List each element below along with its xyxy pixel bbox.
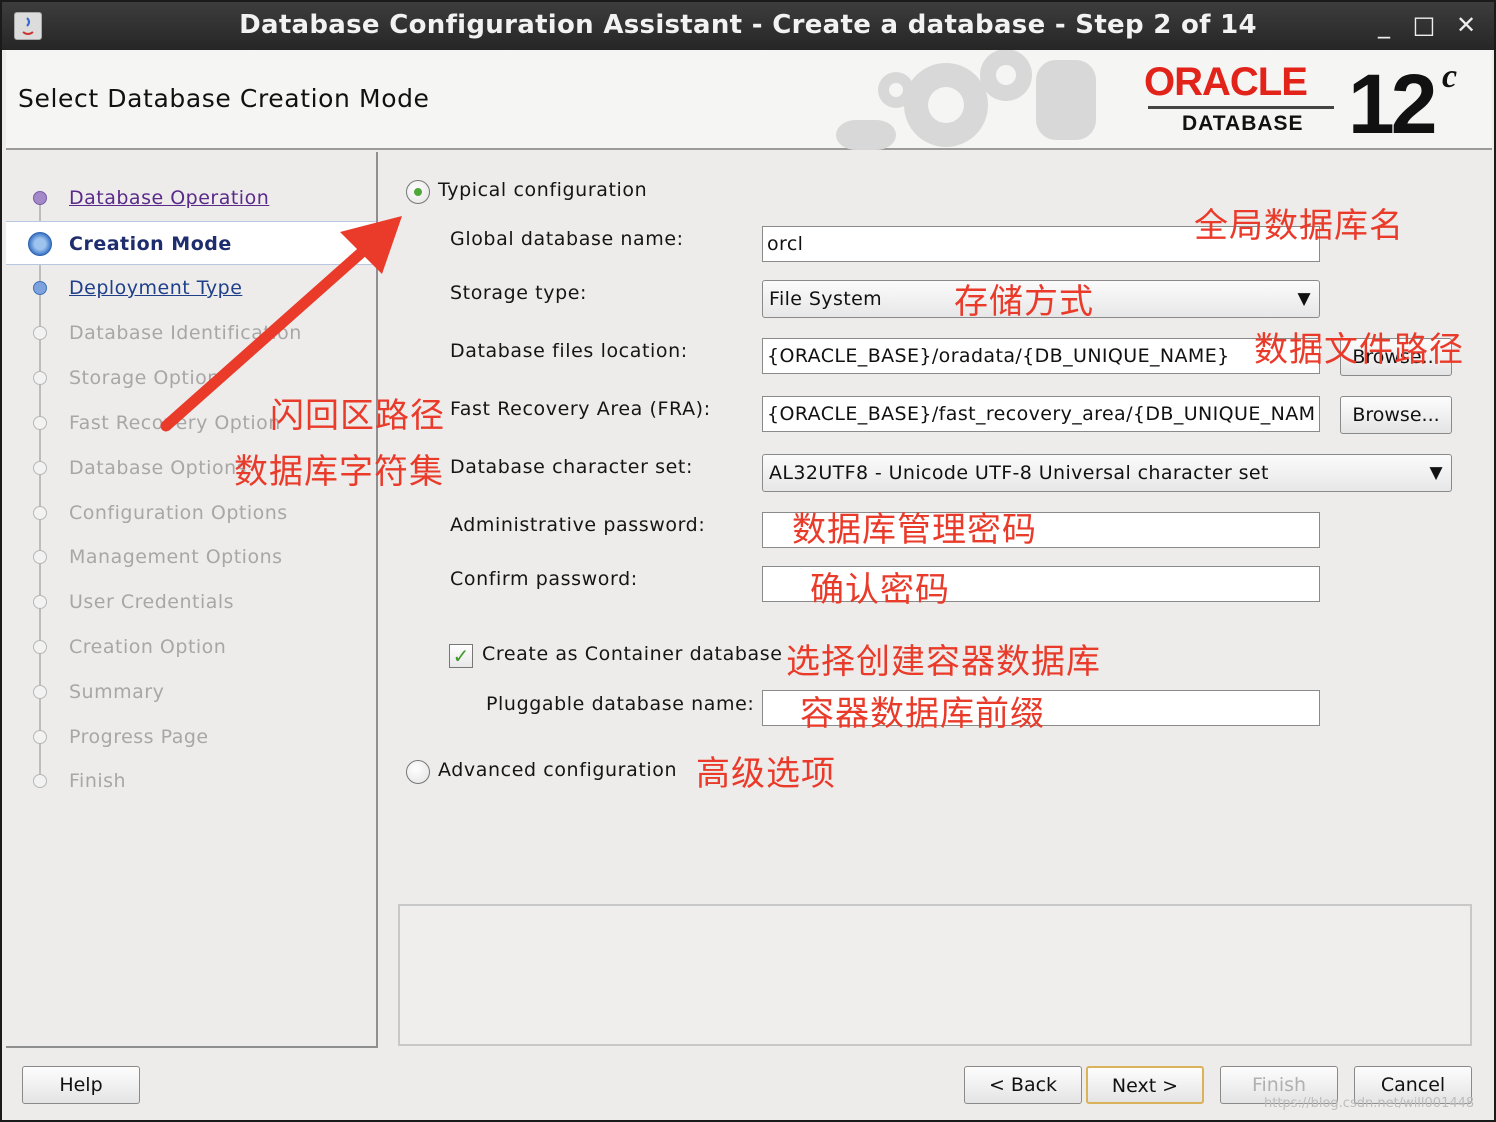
annotation-container: 选择创建容器数据库 [786, 642, 1101, 682]
dbca-window: Database Configuration Assistant - Creat… [0, 0, 1496, 1122]
watermark-text: https://blog.csdn.net/will001448 [1264, 1096, 1475, 1111]
annotation-charset: 数据库字符集 [234, 452, 444, 492]
annotation-global-name: 全局数据库名 [1194, 206, 1404, 246]
annotation-pluggable: 容器数据库前缀 [800, 694, 1045, 734]
annotation-fra: 闪回区路径 [270, 396, 445, 436]
red-arrow-annotation-icon [160, 216, 402, 432]
annotation-admin-pw: 数据库管理密码 [792, 510, 1037, 550]
annotation-storage: 存储方式 [954, 282, 1094, 322]
annotation-confirm-pw: 确认密码 [810, 570, 950, 610]
annotation-files-path: 数据文件路径 [1254, 330, 1464, 370]
annotation-advanced: 高级选项 [696, 754, 836, 794]
